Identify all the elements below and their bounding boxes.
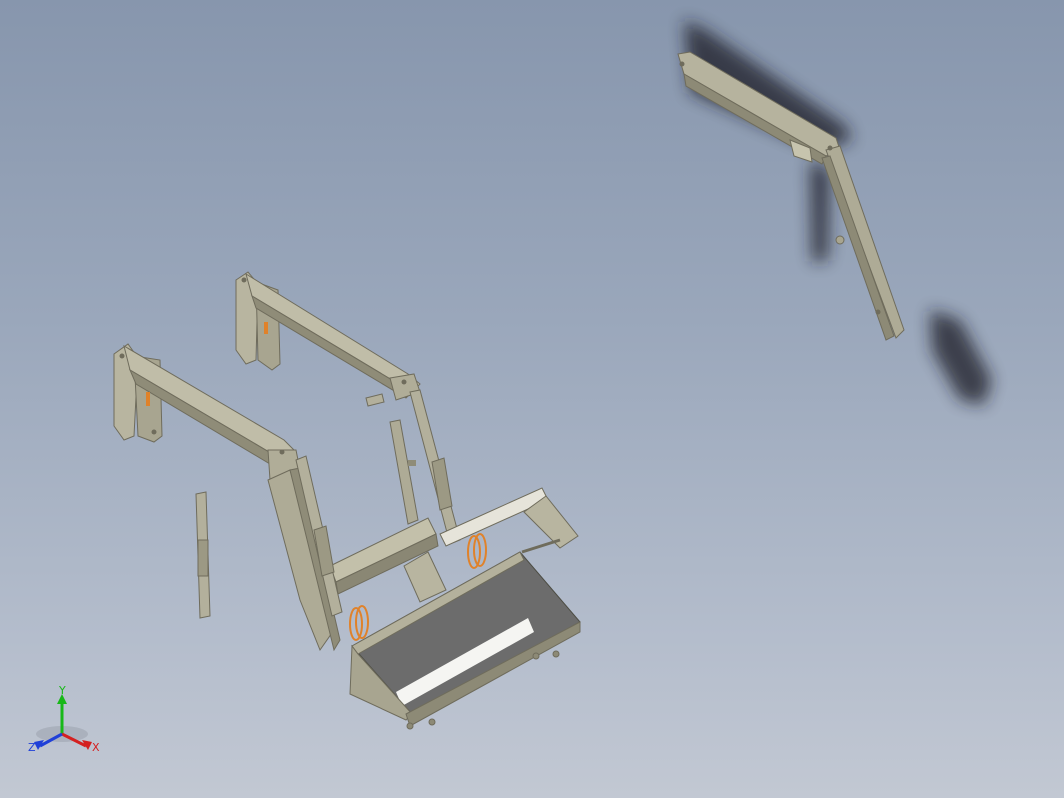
coordinate-triad: Y X Z <box>28 684 100 754</box>
triad-x-label: X <box>92 741 100 754</box>
triad-z-label: Z <box>28 741 36 754</box>
bucket[interactable] <box>349 551 581 730</box>
3d-viewport[interactable]: Y X Z <box>0 0 1064 798</box>
pin[interactable] <box>365 393 385 407</box>
spring-right <box>467 533 487 569</box>
link-bar[interactable] <box>389 419 419 525</box>
spring-left <box>349 605 369 641</box>
loader-frame-right[interactable] <box>235 271 421 401</box>
model-scene[interactable] <box>0 0 1064 798</box>
triad-y-label: Y <box>58 684 66 697</box>
spare-cylinder[interactable] <box>195 491 211 619</box>
lift-cylinder-right[interactable] <box>409 389 461 545</box>
